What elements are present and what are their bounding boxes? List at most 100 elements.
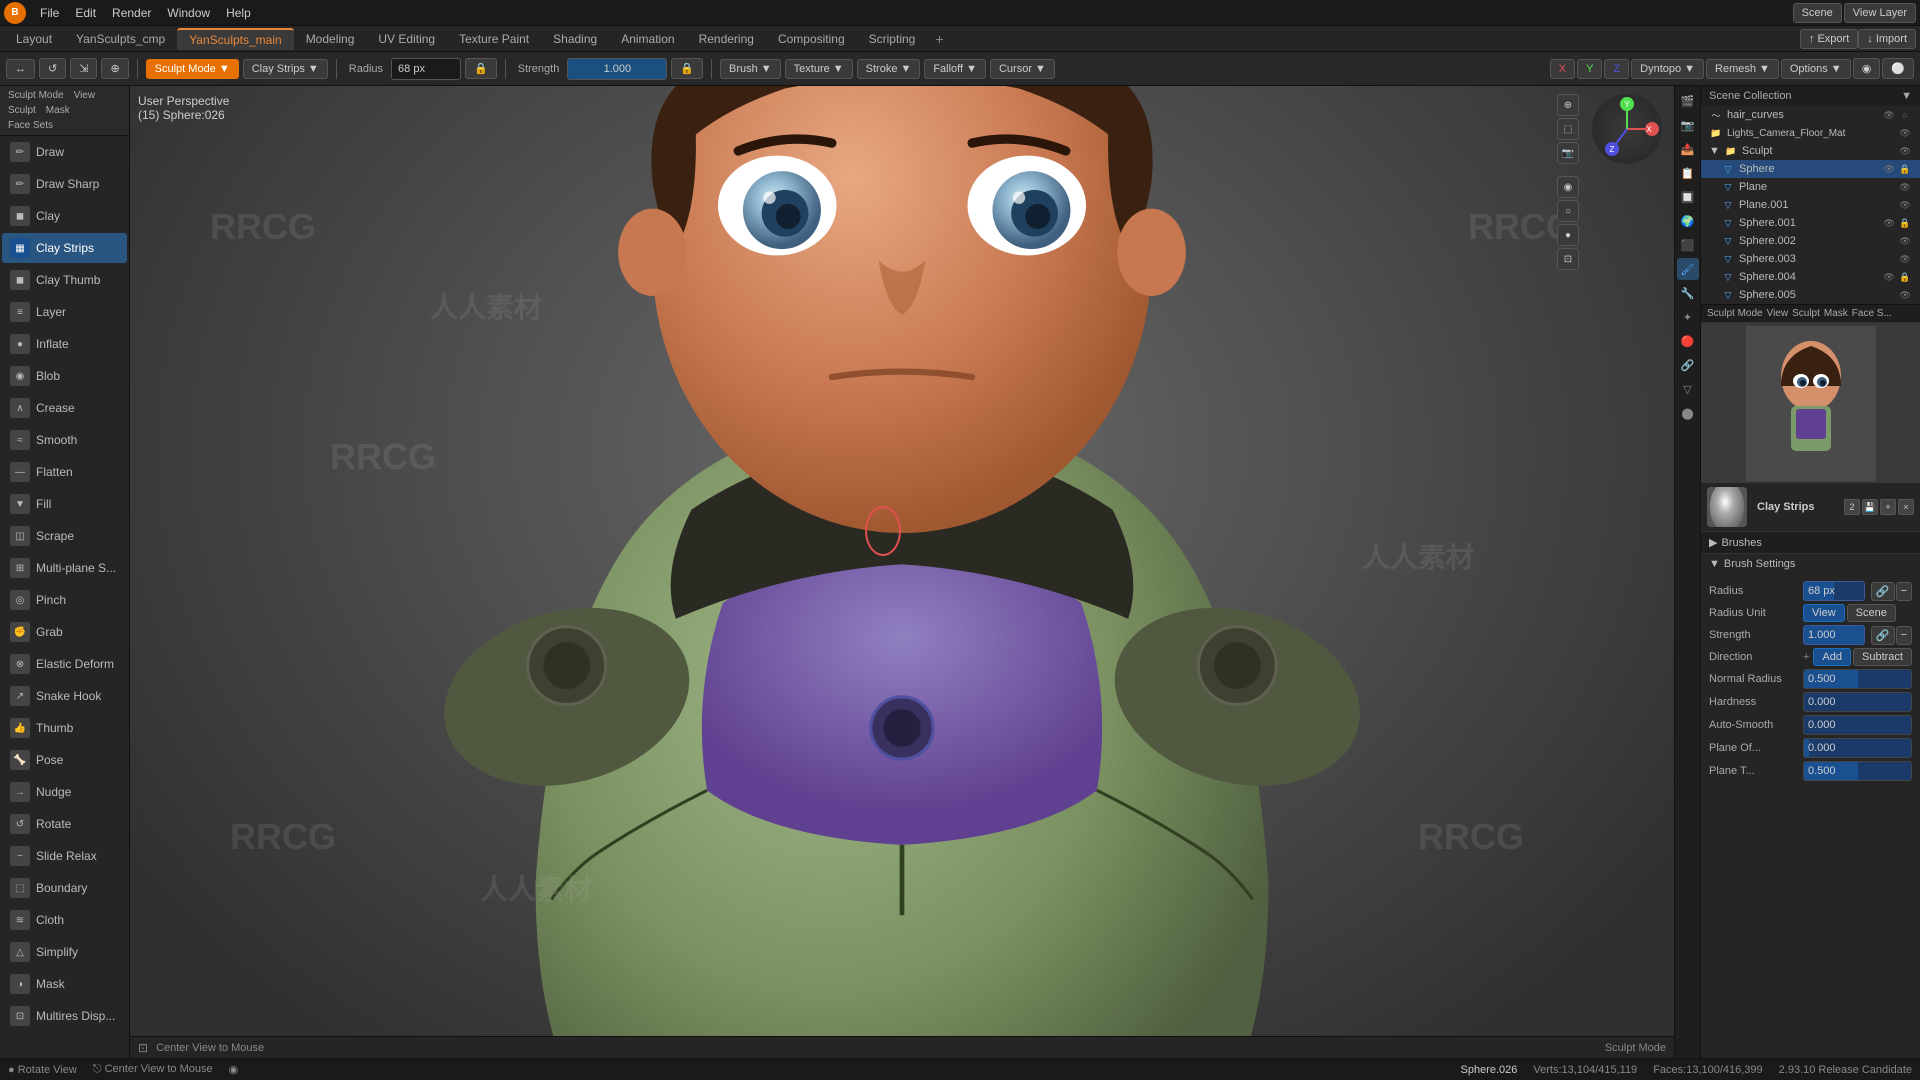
material-props-icon-btn[interactable]: ⬤ [1677,402,1699,424]
brushes-section-header[interactable]: ▶ Brushes [1701,531,1920,553]
outliner-filter-icon[interactable]: ▼ [1901,90,1912,102]
world-props-icon-btn[interactable]: 🌍 [1677,210,1699,232]
tool-blob[interactable]: ◉ Blob [2,361,127,391]
strength-minus-btn[interactable]: − [1896,626,1912,645]
tab-layout[interactable]: Layout [4,29,64,49]
stroke-dropdown[interactable]: Stroke ▼ [857,59,921,79]
restrict-toggle-sphere001[interactable]: 🔒 [1898,216,1912,230]
brush-settings-section-header[interactable]: ▼ Brush Settings [1701,553,1920,574]
axis-gizmo[interactable]: X Y Z [1592,94,1662,164]
falloff-dropdown[interactable]: Falloff ▼ [924,59,986,79]
mask-tab[interactable]: Mask [42,104,74,117]
rotate-tool-btn[interactable]: ↺ [39,58,66,79]
render-props-icon-btn[interactable]: 📷 [1677,114,1699,136]
scene-props-icon-btn-2[interactable]: 🔲 [1677,186,1699,208]
outliner-hair-curves[interactable]: 〜 hair_curves 👁 ○ [1701,106,1920,124]
menu-file[interactable]: File [32,4,67,22]
tool-layer[interactable]: ≡ Layer [2,297,127,327]
visibility-toggle-sphere005[interactable]: 👁 [1898,288,1912,302]
tab-yansculpts-cmp[interactable]: YanSculpts_cmp [64,29,177,49]
export-button[interactable]: ↑ Export [1800,29,1858,49]
tool-multiplane-s[interactable]: ⊞ Multi-plane S... [2,553,127,583]
tool-multires-disp[interactable]: ⊡ Multires Disp... [2,1001,127,1031]
data-props-icon-btn[interactable]: ▽ [1677,378,1699,400]
cursor-dropdown[interactable]: Cursor ▼ [990,59,1055,79]
particles-props-icon-btn[interactable]: ✦ [1677,306,1699,328]
tool-draw[interactable]: ✏ Draw [2,137,127,167]
outliner-plane001[interactable]: ▽ Plane.001 👁 [1701,196,1920,214]
axis-gizmo-container[interactable]: X Y Z [1592,94,1662,164]
tool-grab[interactable]: ✊ Grab [2,617,127,647]
restrict-toggle-sphere004[interactable]: 🔒 [1898,270,1912,284]
radius-unit-scene-btn[interactable]: Scene [1847,604,1896,622]
menu-window[interactable]: Window [159,4,218,22]
view-tab-2[interactable]: View [1767,308,1789,319]
strength-lock-btn[interactable]: 🔒 [671,58,703,79]
brush-save-btn[interactable]: 💾 [1862,499,1878,515]
view-layer-props-icon-btn[interactable]: 📋 [1677,162,1699,184]
transform-tool-btn[interactable]: ⊕ [101,58,128,79]
menu-render[interactable]: Render [104,4,159,22]
object-props-icon-btn[interactable]: ⬛ [1677,234,1699,256]
tool-simplify[interactable]: △ Simplify [2,937,127,967]
tab-rendering[interactable]: Rendering [687,29,766,49]
tool-fill[interactable]: ▼ Fill [2,489,127,519]
view-layer-selector[interactable]: View Layer [1844,3,1916,23]
tool-snake-hook[interactable]: ↗ Snake Hook [2,681,127,711]
tab-uv-editing[interactable]: UV Editing [366,29,447,49]
sculpt-mode-tab-2[interactable]: Sculpt Mode [1707,308,1763,319]
physics-props-icon-btn[interactable]: 🔴 [1677,330,1699,352]
tool-draw-sharp[interactable]: ✏ Draw Sharp [2,169,127,199]
plane-trim-bar[interactable]: 0.500 [1803,761,1912,781]
menu-edit[interactable]: Edit [67,4,104,22]
radius-link-btn[interactable]: 🔗 [1871,582,1895,601]
tool-pose[interactable]: 🦴 Pose [2,745,127,775]
outliner-sculpt[interactable]: ▼ 📁 Sculpt 👁 [1701,142,1920,160]
tab-yansculpts-main[interactable]: YanSculpts_main [177,28,294,50]
viewport-bottom-icon[interactable]: ⊡ [138,1041,148,1055]
sculpt-mode-dropdown[interactable]: Sculpt Mode ▼ [146,59,239,79]
wireframe-shading-btn[interactable]: ⊡ [1557,248,1579,270]
outliner-sphere001[interactable]: ▽ Sphere.001 👁 🔒 [1701,214,1920,232]
mask-tab-2[interactable]: Mask [1824,308,1848,319]
tab-shading[interactable]: Shading [541,29,609,49]
restrict-toggle-sphere[interactable]: 🔒 [1898,162,1912,176]
outliner-lights-camera[interactable]: 📁 Lights_Camera_Floor_Mat 👁 [1701,124,1920,142]
modifier-props-icon-btn[interactable]: 🔧 [1677,282,1699,304]
tool-smooth[interactable]: ≈ Smooth [2,425,127,455]
brush-delete-btn[interactable]: × [1898,499,1914,515]
scale-tool-btn[interactable]: ⇲ [70,58,97,79]
tab-animation[interactable]: Animation [609,29,686,49]
auto-smooth-bar[interactable]: 0.000 [1803,715,1912,735]
radius-prop-bar[interactable]: 68 px [1803,581,1865,601]
tool-crease[interactable]: ∧ Crease [2,393,127,423]
visibility-toggle-plane001[interactable]: 👁 [1898,198,1912,212]
tab-texture-paint[interactable]: Texture Paint [447,29,541,49]
tab-compositing[interactable]: Compositing [766,29,857,49]
xyz-x-btn[interactable]: X [1550,59,1575,79]
visibility-toggle-sphere[interactable]: 👁 [1882,162,1896,176]
visibility-toggle-hair[interactable]: 👁 [1882,108,1896,122]
exclude-toggle-hair[interactable]: ○ [1898,108,1912,122]
radius-lock-btn[interactable]: 🔒 [465,58,497,79]
tool-scrape[interactable]: ◫ Scrape [2,521,127,551]
tool-rotate[interactable]: ↺ Rotate [2,809,127,839]
viewport-shading-btn[interactable]: ⚪ [1882,58,1914,79]
outliner-sphere003[interactable]: ▽ Sphere.003 👁 [1701,250,1920,268]
outliner-sphere[interactable]: ▽ Sphere 👁 🔒 [1701,160,1920,178]
radius-minus-btn[interactable]: − [1896,582,1912,601]
visibility-toggle-lights[interactable]: 👁 [1898,126,1912,140]
face-sets-tab-2[interactable]: Face S... [1852,308,1892,319]
hardness-bar[interactable]: 0.000 [1803,692,1912,712]
visibility-toggle-plane[interactable]: 👁 [1898,180,1912,194]
normal-radius-bar[interactable]: 0.500 [1803,669,1912,689]
sculpt-mode-tab[interactable]: Sculpt Mode [4,89,68,102]
tool-flatten[interactable]: — Flatten [2,457,127,487]
sculpt-tab-2[interactable]: Sculpt [1792,308,1820,319]
tab-scripting[interactable]: Scripting [857,29,928,49]
scene-selector[interactable]: Scene [1793,3,1842,23]
material-shading-btn[interactable]: ○ [1557,200,1579,222]
visibility-toggle-sphere004[interactable]: 👁 [1882,270,1896,284]
move-tool-btn[interactable]: ↔ [6,59,35,79]
tool-slide-relax[interactable]: ~ Slide Relax [2,841,127,871]
